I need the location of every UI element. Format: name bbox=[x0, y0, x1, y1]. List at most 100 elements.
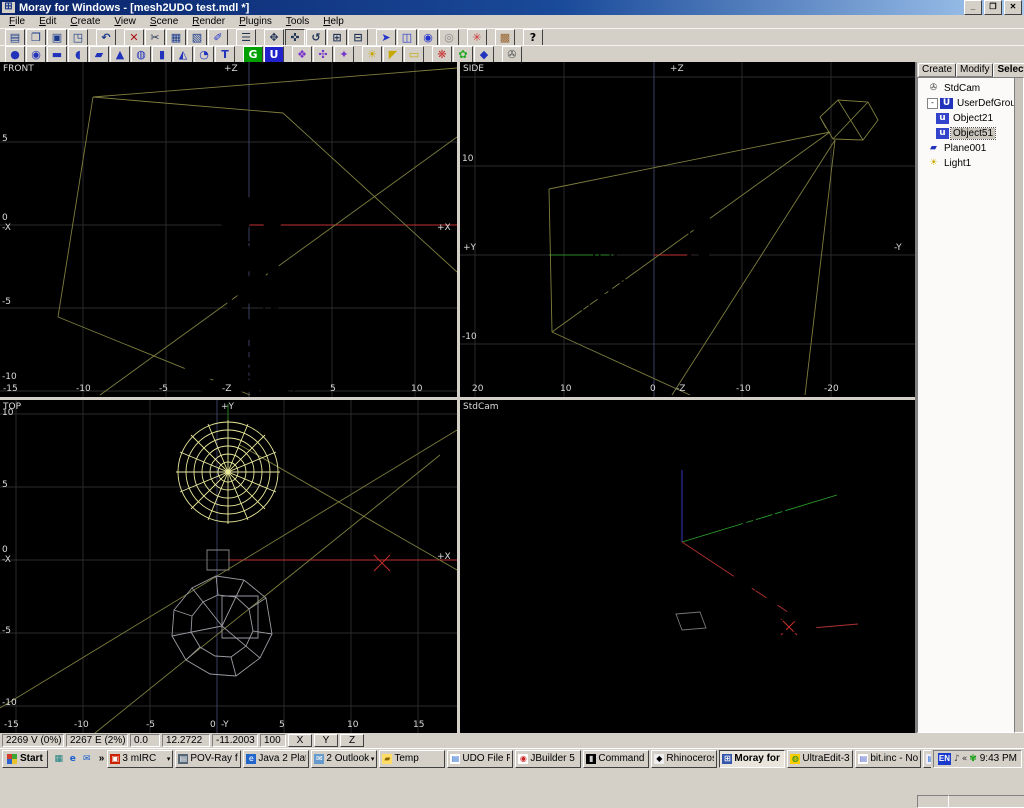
create-sphere-button[interactable]: ● bbox=[5, 46, 25, 63]
tree-item-stdcam[interactable]: ✇StdCam bbox=[918, 81, 1015, 96]
start-button[interactable]: Start bbox=[2, 750, 48, 768]
axis-z-button[interactable]: Z bbox=[340, 734, 364, 747]
csg-group-button[interactable]: G bbox=[243, 46, 263, 63]
side-camera-wireframe[interactable] bbox=[820, 100, 878, 140]
scatter-button[interactable]: ✳ bbox=[467, 29, 487, 46]
task-java-2-platf[interactable]: eJava 2 Platf... bbox=[243, 750, 309, 768]
task-group-arrow-icon[interactable]: ▾ bbox=[167, 755, 171, 763]
task-temp[interactable]: ▰Temp bbox=[379, 750, 445, 768]
udo-import-button[interactable]: ◆ bbox=[474, 46, 494, 63]
cut-button[interactable]: ✂ bbox=[145, 29, 165, 46]
dropper-button[interactable]: ✐ bbox=[208, 29, 228, 46]
horizontal-splitter[interactable] bbox=[0, 397, 915, 400]
task-moray-for[interactable]: ⊞Moray for ... bbox=[719, 750, 785, 768]
area-light-button[interactable]: ▭ bbox=[404, 46, 424, 63]
delete-button[interactable]: ✕ bbox=[124, 29, 144, 46]
save-file-button[interactable]: ▣ bbox=[47, 29, 67, 46]
csg-union-button[interactable]: U bbox=[264, 46, 284, 63]
heightfield-button[interactable]: ✣ bbox=[313, 46, 333, 63]
viewpoint-button[interactable]: ◫ bbox=[397, 29, 417, 46]
tree-item-light1[interactable]: ☀Light1 bbox=[918, 156, 1015, 171]
task-udo-file-fo[interactable]: ▤UDO File Fo... bbox=[447, 750, 513, 768]
task-bit-inc-not[interactable]: ▤bit.inc - Not... bbox=[855, 750, 921, 768]
copy-button[interactable]: ▦ bbox=[166, 29, 186, 46]
create-cylinder-button[interactable]: ▬ bbox=[47, 46, 67, 63]
top-viewport[interactable]: TOP+Y1050-X-5-10+X-15-10-50-Y51015 bbox=[0, 400, 457, 733]
material-editor-button[interactable]: ✿ bbox=[453, 46, 473, 63]
close-button[interactable]: ✕ bbox=[1004, 0, 1022, 15]
task-ultraedit-32[interactable]: ◍UltraEdit-32 bbox=[787, 750, 853, 768]
sweep-button[interactable]: ☰ bbox=[236, 29, 256, 46]
quad-view-button[interactable]: ⊞ bbox=[327, 29, 347, 46]
point-light-button[interactable]: ☀ bbox=[362, 46, 382, 63]
messenger-icon[interactable]: ✾ bbox=[969, 754, 977, 764]
tab-modify[interactable]: Modify bbox=[956, 63, 993, 77]
top-knight-wireframe[interactable] bbox=[172, 576, 272, 676]
tree-item-object51[interactable]: uObject51 bbox=[918, 126, 1015, 141]
restore-button[interactable]: ❐ bbox=[984, 0, 1002, 15]
task-2-outlook[interactable]: ✉2 Outlook ...▾ bbox=[311, 750, 377, 768]
task-pov-ray-fo[interactable]: ▤POV-Ray fo... bbox=[175, 750, 241, 768]
translate-mode-button[interactable]: ➤ bbox=[376, 29, 396, 46]
create-blob-button[interactable]: ◉ bbox=[26, 46, 46, 63]
language-indicator[interactable]: EN bbox=[938, 753, 951, 765]
volume-icon[interactable]: ♪ bbox=[954, 754, 960, 764]
menu-plugins[interactable]: Plugins bbox=[232, 15, 279, 28]
menu-create[interactable]: Create bbox=[63, 15, 107, 28]
undo-button[interactable]: ↶ bbox=[96, 29, 116, 46]
pan-tool-button[interactable]: ✥ bbox=[264, 29, 284, 46]
front-viewport[interactable]: FRONT+Z50-X-5-10-15-10-5-Z510+X bbox=[0, 62, 457, 397]
tree-expander[interactable]: - bbox=[927, 98, 938, 109]
task-group-arrow-icon[interactable]: ▾ bbox=[371, 755, 375, 763]
task-bit-udo-w[interactable]: ▤bit.udo - W... bbox=[923, 750, 931, 768]
create-text-button[interactable]: T bbox=[215, 46, 235, 63]
preview-button[interactable]: ◳ bbox=[68, 29, 88, 46]
quicklaunch-chevron-icon[interactable]: » bbox=[98, 753, 106, 764]
move-tool-button[interactable]: ✜ bbox=[285, 29, 305, 46]
task-jbuilder-5[interactable]: ◉JBuilder 5 - ... bbox=[515, 750, 581, 768]
camera-object-button[interactable]: ✇ bbox=[502, 46, 522, 63]
task-command-p[interactable]: ▮Command P... bbox=[583, 750, 649, 768]
render-bitmap-button[interactable]: ▩ bbox=[495, 29, 515, 46]
menu-file[interactable]: File bbox=[2, 15, 32, 28]
collapse-chevron-icon[interactable]: « bbox=[962, 754, 968, 764]
texture-editor-button[interactable]: ❋ bbox=[432, 46, 452, 63]
menu-scene[interactable]: Scene bbox=[143, 15, 185, 28]
menu-view[interactable]: View bbox=[107, 15, 143, 28]
open-file-button[interactable]: ❐ bbox=[26, 29, 46, 46]
minimize-button[interactable]: _ bbox=[964, 0, 982, 15]
menu-render[interactable]: Render bbox=[185, 15, 232, 28]
paste-button[interactable]: ▧ bbox=[187, 29, 207, 46]
create-box-button[interactable]: ▰ bbox=[89, 46, 109, 63]
axis-y-button[interactable]: Y bbox=[314, 734, 338, 747]
side-viewport[interactable]: SIDE+Z10+Y-10-Y20100-Z-10-20 bbox=[460, 62, 915, 397]
spot-light-button[interactable]: ◤ bbox=[383, 46, 403, 63]
create-cone-button[interactable]: ▲ bbox=[110, 46, 130, 63]
side-rook-wireframe[interactable] bbox=[574, 201, 636, 314]
clock[interactable]: 9:43 PM bbox=[980, 753, 1017, 764]
outlook-express-icon[interactable]: ✉ bbox=[81, 753, 93, 765]
rotate-tool-button[interactable]: ↺ bbox=[306, 29, 326, 46]
axis-x-button[interactable]: X bbox=[288, 734, 312, 747]
task-3-mirc[interactable]: ▣3 mIRC▾ bbox=[107, 750, 173, 768]
top-rook-wireframe[interactable] bbox=[176, 420, 280, 524]
create-disc-button[interactable]: ◖ bbox=[68, 46, 88, 63]
bicubic-patch-button[interactable]: ❖ bbox=[292, 46, 312, 63]
show-desktop-icon[interactable]: ▦ bbox=[53, 753, 65, 765]
tree-item-userdefgroup1[interactable]: -UUserDefGroup1 bbox=[918, 96, 1015, 111]
tab-select[interactable]: Select bbox=[993, 63, 1024, 77]
mesh-object-button[interactable]: ✦ bbox=[334, 46, 354, 63]
single-view-button[interactable]: ⊟ bbox=[348, 29, 368, 46]
menu-tools[interactable]: Tools bbox=[279, 15, 316, 28]
create-pyramid-button[interactable]: ◭ bbox=[173, 46, 193, 63]
internet-explorer-icon[interactable]: e bbox=[67, 753, 79, 765]
panel-scrollbar[interactable] bbox=[1014, 77, 1024, 733]
stdcam-viewport[interactable]: StdCam bbox=[460, 400, 915, 733]
create-sor-button[interactable]: ◍ bbox=[131, 46, 151, 63]
menu-help[interactable]: Help bbox=[316, 15, 351, 28]
top-light-cross-marker[interactable] bbox=[374, 555, 390, 571]
create-torus-button[interactable]: ◔ bbox=[194, 46, 214, 63]
menu-edit[interactable]: Edit bbox=[32, 15, 63, 28]
create-prism-button[interactable]: ▮ bbox=[152, 46, 172, 63]
orbit-disabled-button[interactable]: ◎ bbox=[439, 29, 459, 46]
